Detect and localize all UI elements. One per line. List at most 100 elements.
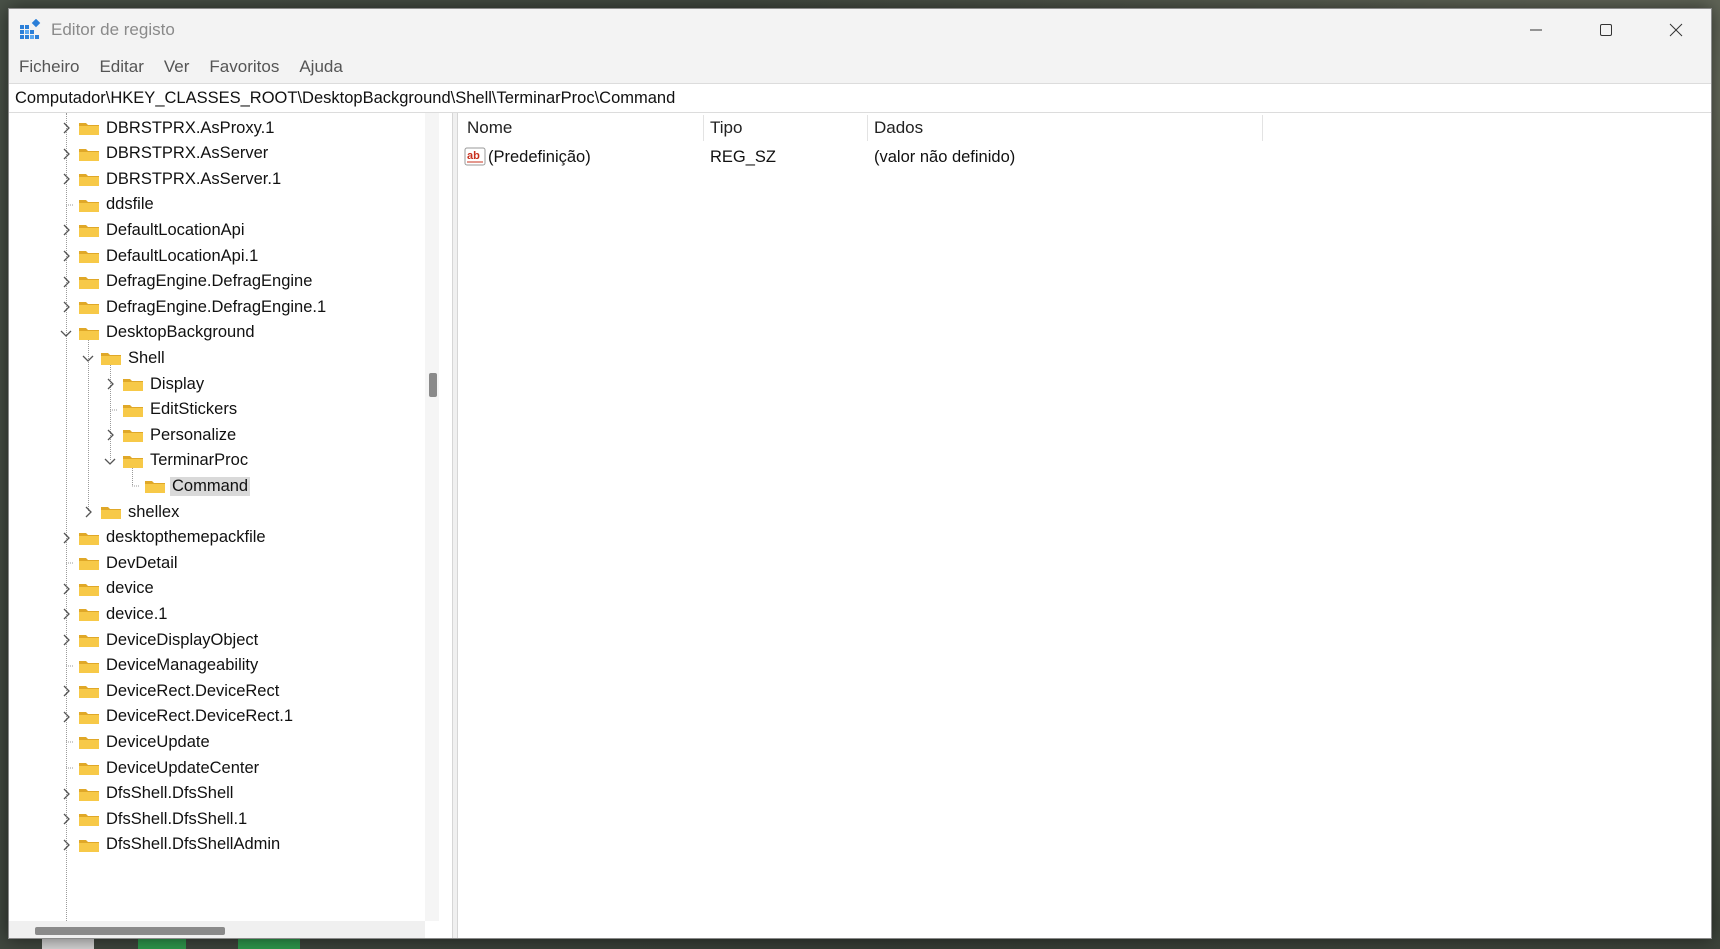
tree-node[interactable]: DefragEngine.DefragEngine.1	[58, 293, 328, 321]
column-separator[interactable]	[1262, 115, 1263, 141]
folder-icon	[78, 786, 100, 802]
chevron-right-icon[interactable]	[58, 274, 74, 290]
tree-node[interactable]: DBRSTPRX.AsServer	[58, 140, 270, 168]
registry-tree: DBRSTPRX.AsProxy.1 DBRSTPRX.AsServer DBRST…	[9, 113, 419, 921]
chevron-right-icon[interactable]	[58, 786, 74, 802]
tree-node[interactable]: Display	[102, 370, 206, 398]
tree-node[interactable]: DeviceRect.DeviceRect	[58, 677, 281, 705]
tree-horizontal-scrollbar[interactable]	[9, 921, 425, 938]
tree-node[interactable]: Personalize	[102, 421, 238, 449]
menu-favorites[interactable]: Favoritos	[208, 55, 280, 79]
tree-node[interactable]: DefaultLocationApi	[58, 216, 247, 244]
value-row[interactable]: ab (Predefinição) REG_SZ (valor não defi…	[460, 143, 1711, 171]
chevron-right-icon[interactable]	[58, 120, 74, 136]
tree-node[interactable]: desktopthemepackfile	[58, 524, 268, 552]
chevron-right-icon[interactable]	[58, 530, 74, 546]
tree-node-label: DeviceRect.DeviceRect	[106, 681, 280, 700]
tree-node[interactable]: DevDetail	[58, 549, 180, 577]
tree-node[interactable]: DeviceDisplayObject	[58, 626, 260, 654]
chevron-right-icon[interactable]	[58, 709, 74, 725]
column-header-name[interactable]: Nome	[467, 113, 703, 143]
tree-horizontal-scroll-thumb[interactable]	[35, 927, 225, 935]
tree-node[interactable]: DBRSTPRX.AsProxy.1	[58, 114, 276, 142]
tree-node[interactable]: TerminarProc	[102, 447, 250, 475]
title-bar[interactable]: Editor de registo	[9, 9, 1711, 51]
chevron-right-icon[interactable]	[58, 811, 74, 827]
chevron-right-icon[interactable]	[102, 427, 118, 443]
address-bar[interactable]: Computador\HKEY_CLASSES_ROOT\DesktopBack…	[9, 83, 1711, 113]
tree-node[interactable]: DefragEngine.DefragEngine	[58, 268, 314, 296]
tree-node-label: Shell	[128, 348, 165, 367]
chevron-down-icon[interactable]	[102, 453, 118, 469]
tree-node[interactable]: DefaultLocationApi.1	[58, 242, 260, 270]
tree-node[interactable]: DfsShell.DfsShell.1	[58, 805, 249, 833]
tree-node-label: DBRSTPRX.AsProxy.1	[106, 118, 275, 137]
tree-node-label: TerminarProc	[150, 451, 249, 470]
column-separator[interactable]	[867, 115, 868, 141]
column-separator[interactable]	[703, 115, 704, 141]
column-header-type[interactable]: Tipo	[710, 113, 866, 143]
chevron-right-icon[interactable]	[58, 837, 74, 853]
tree-vertical-scroll-thumb[interactable]	[429, 373, 437, 397]
string-value-icon: ab	[464, 147, 486, 166]
minimize-button[interactable]	[1501, 9, 1571, 51]
menu-bar: Ficheiro Editar Ver Favoritos Ajuda	[9, 51, 1711, 83]
chevron-right-icon[interactable]	[58, 581, 74, 597]
chevron-right-icon[interactable]	[58, 683, 74, 699]
tree-node[interactable]: DeviceManageability	[58, 652, 260, 680]
minimize-icon	[1530, 29, 1542, 31]
tree-node[interactable]: ddsfile	[58, 191, 156, 219]
chevron-right-icon[interactable]	[58, 632, 74, 648]
tree-node[interactable]: DfsShell.DfsShellAdmin	[58, 831, 282, 859]
chevron-down-icon[interactable]	[80, 350, 96, 366]
chevron-right-icon[interactable]	[102, 376, 118, 392]
chevron-right-icon[interactable]	[58, 606, 74, 622]
folder-icon	[78, 299, 100, 315]
tree-node[interactable]: device	[58, 575, 156, 603]
close-icon	[1669, 23, 1683, 37]
menu-view[interactable]: Ver	[163, 55, 191, 79]
tree-node[interactable]: DeviceUpdateCenter	[58, 754, 261, 782]
menu-help[interactable]: Ajuda	[298, 55, 343, 79]
tree-node-label: DefragEngine.DefragEngine.1	[106, 297, 327, 316]
tree-node[interactable]: Shell	[80, 344, 167, 372]
tree-node[interactable]: device.1	[58, 600, 169, 628]
tree-node-label: desktopthemepackfile	[106, 528, 266, 547]
folder-icon	[78, 658, 100, 674]
folder-icon	[100, 350, 122, 366]
tree-node[interactable]: DeviceUpdate	[58, 728, 212, 756]
tree-node[interactable]: DesktopBackground	[58, 319, 257, 347]
tree-node[interactable]: DfsShell.DfsShell	[58, 780, 235, 808]
tree-node[interactable]: DBRSTPRX.AsServer.1	[58, 165, 283, 193]
tree-node-label: DBRSTPRX.AsServer.1	[106, 169, 282, 188]
menu-edit[interactable]: Editar	[98, 55, 144, 79]
chevron-right-icon[interactable]	[58, 248, 74, 264]
chevron-right-icon[interactable]	[58, 222, 74, 238]
value-name: (Predefinição)	[488, 147, 591, 166]
menu-file[interactable]: Ficheiro	[18, 55, 80, 79]
chevron-right-icon[interactable]	[58, 146, 74, 162]
address-path[interactable]: Computador\HKEY_CLASSES_ROOT\DesktopBack…	[9, 89, 675, 108]
value-type-cell: REG_SZ	[710, 143, 776, 171]
chevron-right-icon[interactable]	[58, 171, 74, 187]
window-title: Editor de registo	[51, 20, 175, 39]
tree-connector	[124, 478, 140, 494]
tree-node[interactable]: DeviceRect.DeviceRect.1	[58, 703, 295, 731]
tree-vertical-scrollbar[interactable]	[425, 113, 439, 921]
chevron-right-icon[interactable]	[58, 299, 74, 315]
value-data-cell: (valor não definido)	[874, 143, 1015, 171]
tree-node[interactable]: shellex	[80, 498, 181, 526]
tree-node[interactable]: Command	[124, 472, 251, 500]
folder-icon	[78, 197, 100, 213]
value-name-cell: ab (Predefinição)	[464, 143, 591, 171]
chevron-down-icon[interactable]	[58, 325, 74, 341]
values-list: Nome Tipo Dados ab (Predefinição) REG_SZ…	[460, 113, 1711, 938]
close-button[interactable]	[1641, 9, 1711, 51]
tree-node[interactable]: EditStickers	[102, 396, 239, 424]
maximize-button[interactable]	[1571, 9, 1641, 51]
chevron-right-icon[interactable]	[80, 504, 96, 520]
pane-splitter[interactable]	[452, 113, 458, 938]
folder-icon	[78, 606, 100, 622]
folder-icon	[78, 811, 100, 827]
column-header-data[interactable]: Dados	[874, 113, 1262, 143]
